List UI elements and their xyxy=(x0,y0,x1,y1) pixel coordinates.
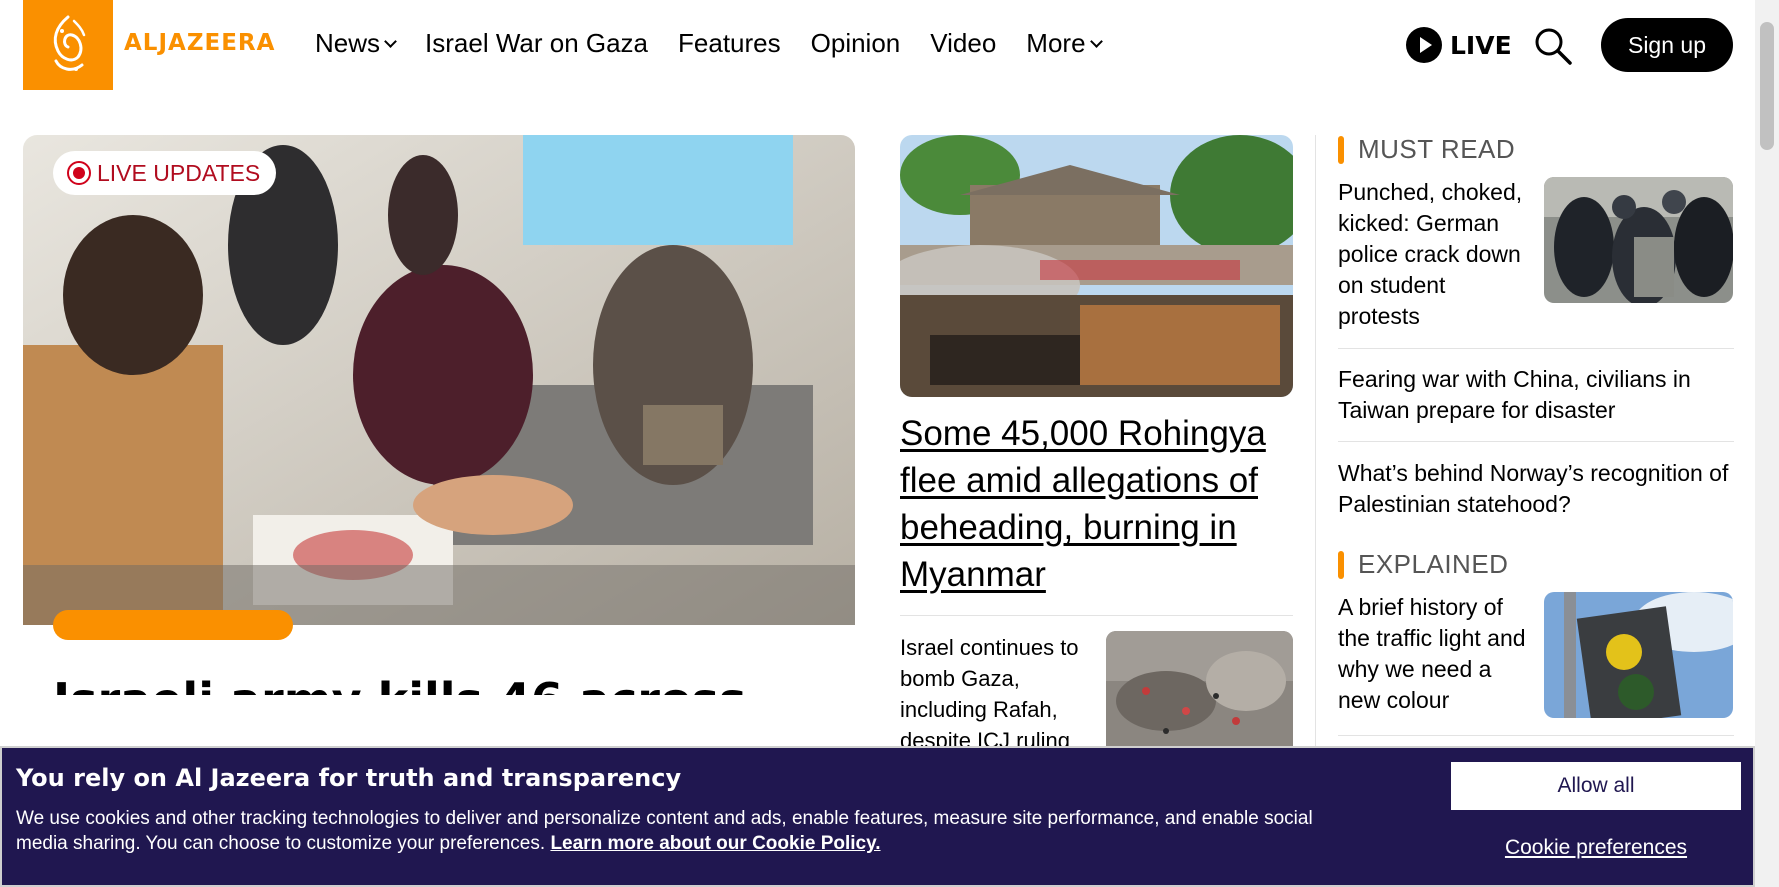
must-read-item-2[interactable]: Fearing war with China, civilians in Tai… xyxy=(1338,364,1734,426)
hero-story[interactable]: LIVE UPDATES Israeli army kills 46 acros… xyxy=(23,135,855,695)
chevron-down-icon xyxy=(384,35,397,48)
live-updates-badge[interactable]: LIVE UPDATES xyxy=(53,151,277,195)
hero-image[interactable] xyxy=(23,135,855,625)
main-nav: News Israel War on Gaza Features Opinion… xyxy=(315,28,1131,59)
rohingya-headline[interactable]: Some 45,000 Rohingya flee amid allegatio… xyxy=(900,410,1300,598)
divider xyxy=(900,615,1293,616)
cookie-body: We use cookies and other tracking techno… xyxy=(16,806,1346,856)
nav-item-more[interactable]: More xyxy=(1026,28,1103,59)
nav-item-features[interactable]: Features xyxy=(678,28,781,59)
nav-item-label: News xyxy=(315,28,381,58)
aljazeera-logo-icon[interactable] xyxy=(23,0,113,90)
divider xyxy=(1338,348,1734,349)
nav-item-label: More xyxy=(1026,28,1086,58)
live-dot-icon xyxy=(67,161,91,185)
column-separator xyxy=(1315,135,1316,755)
cookie-banner: You rely on Al Jazeera for truth and tra… xyxy=(0,746,1755,887)
must-read-header: MUST READ xyxy=(1338,134,1515,165)
sign-up-button[interactable]: Sign up xyxy=(1601,18,1733,72)
cookie-preferences-link[interactable]: Cookie preferences xyxy=(1451,836,1741,860)
nav-item-video[interactable]: Video xyxy=(930,28,996,59)
gaza-bombing-headline[interactable]: Israel continues to bomb Gaza, including… xyxy=(900,632,1090,756)
must-read-title: MUST READ xyxy=(1358,134,1516,164)
explained-item-1[interactable]: A brief history of the traffic light and… xyxy=(1338,592,1528,716)
cookie-policy-link[interactable]: Learn more about our Cookie Policy. xyxy=(550,833,880,854)
explained-header: EXPLAINED xyxy=(1338,549,1508,580)
logo-wordmark[interactable]: ALJAZEERA xyxy=(124,30,275,56)
nav-item-label: Features xyxy=(678,28,781,58)
nav-item-news[interactable]: News xyxy=(315,28,397,59)
section-accent xyxy=(1338,135,1344,164)
live-label: LIVE xyxy=(1450,30,1512,60)
scrollbar[interactable] xyxy=(1755,0,1779,887)
cookie-title: You rely on Al Jazeera for truth and tra… xyxy=(16,764,682,792)
search-icon[interactable] xyxy=(1533,26,1573,66)
rohingya-story-image[interactable] xyxy=(900,135,1293,397)
category-tag xyxy=(53,610,293,640)
german-police-thumbnail[interactable] xyxy=(1544,177,1733,303)
nav-item-label: Israel War on Gaza xyxy=(425,28,649,58)
traffic-light-thumbnail[interactable] xyxy=(1544,592,1733,718)
chevron-down-icon xyxy=(1089,35,1103,48)
divider xyxy=(1338,441,1734,442)
nav-item-label: Opinion xyxy=(810,28,901,58)
allow-all-button[interactable]: Allow all xyxy=(1451,762,1741,810)
must-read-item-1[interactable]: Punched, choked, kicked: German police c… xyxy=(1338,177,1528,332)
scrollbar-thumb[interactable] xyxy=(1760,22,1774,150)
nav-item-opinion[interactable]: Opinion xyxy=(811,28,901,59)
section-accent xyxy=(1338,550,1344,579)
site-header: ALJAZEERA News Israel War on Gaza Featur… xyxy=(0,0,1755,90)
nav-item-israel-war-on-gaza[interactable]: Israel War on Gaza xyxy=(425,28,648,59)
hero-headline[interactable]: Israeli army kills 46 across Gaza, ... xyxy=(53,672,843,695)
nav-item-label: Video xyxy=(930,28,997,58)
explained-title: EXPLAINED xyxy=(1358,549,1509,579)
divider xyxy=(1338,735,1734,736)
must-read-item-3[interactable]: What’s behind Norway’s recognition of Pa… xyxy=(1338,458,1734,520)
live-updates-label: LIVE UPDATES xyxy=(97,159,261,186)
gaza-bombing-thumbnail[interactable] xyxy=(1106,631,1293,761)
live-button[interactable]: LIVE xyxy=(1406,27,1512,63)
play-icon xyxy=(1406,27,1442,63)
